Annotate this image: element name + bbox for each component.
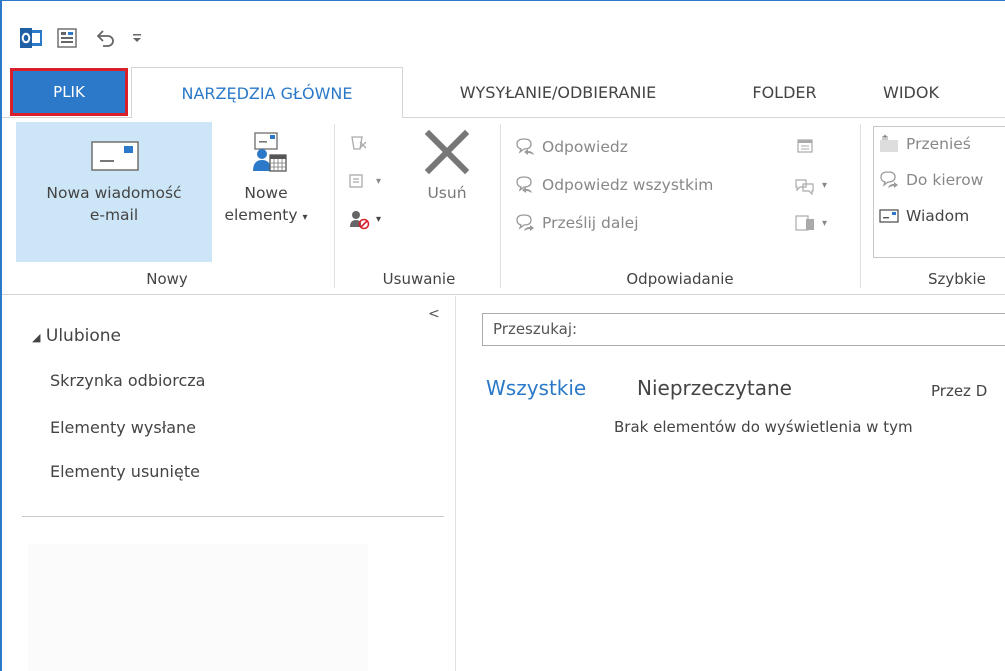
tab-file[interactable]: PLIK	[10, 68, 128, 116]
group-separator	[500, 124, 501, 288]
reply-all-button[interactable]: Odpowiedz wszystkim	[514, 170, 713, 200]
group-separator	[860, 124, 861, 288]
junk-icon	[348, 208, 370, 230]
group-label-respond: Odpowiadanie	[626, 270, 734, 288]
sort-by-button[interactable]: Przez D	[931, 382, 987, 400]
filter-all[interactable]: Wszystkie	[486, 376, 586, 400]
outlook-icon[interactable]	[18, 25, 44, 51]
tab-send-receive[interactable]: WYSYŁANIE/ODBIERANIE	[422, 67, 694, 117]
tab-home[interactable]: NARZĘDZIA GŁÓWNE	[131, 67, 403, 118]
nav-item-inbox[interactable]: Skrzynka odbiorcza	[50, 371, 205, 390]
nav-item-sent-label: Elementy wysłane	[50, 418, 197, 437]
delete-icon	[415, 122, 479, 182]
more-respond-button[interactable]: ▾	[794, 208, 827, 238]
reply-all-icon	[514, 174, 536, 196]
quick-steps-gallery: Przenieś Do kierow Wiadom	[873, 126, 1005, 258]
undo-icon[interactable]	[92, 25, 118, 51]
new-items-label-1: Nowe	[244, 184, 288, 202]
group-separator	[334, 124, 335, 288]
customize-qat-icon[interactable]	[127, 25, 147, 51]
new-email-icon	[82, 122, 146, 182]
tab-file-label: PLIK	[53, 83, 85, 101]
quick-step-team-email-label: Wiadom	[906, 207, 970, 225]
reply-label: Odpowiedz	[542, 138, 628, 156]
new-email-button[interactable]: Nowa wiadomość e-mail	[16, 122, 212, 262]
favorites-label: Ulubione	[45, 326, 121, 346]
group-label-delete: Usuwanie	[382, 270, 456, 288]
nav-item-sent[interactable]: Elementy wysłane	[50, 418, 196, 437]
nav-item-deleted-label: Elementy usunięte	[50, 462, 200, 481]
clean-up-icon	[348, 170, 370, 192]
quick-step-manager-label: Do kierow	[906, 171, 984, 189]
collapse-nav-icon[interactable]: <	[428, 306, 440, 322]
empty-list-message: Brak elementów do wyświetlenia w tym	[614, 418, 913, 436]
meeting-button[interactable]	[794, 132, 822, 162]
filter-unread-label: Nieprzeczytane	[637, 376, 792, 400]
sort-by-label: Przez D	[931, 382, 988, 400]
team-email-icon	[878, 205, 900, 227]
to-manager-icon	[878, 169, 900, 191]
filter-unread[interactable]: Nieprzeczytane	[637, 376, 792, 400]
send-receive-icon[interactable]	[54, 25, 80, 51]
chevron-down-icon: ▾	[822, 217, 828, 229]
group-label-new: Nowy	[146, 270, 188, 288]
delete-button[interactable]: Usuń	[408, 122, 486, 204]
tab-home-label: NARZĘDZIA GŁÓWNE	[181, 83, 353, 103]
clean-up-button[interactable]: ▾	[348, 166, 381, 196]
junk-button[interactable]: ▾	[348, 204, 381, 234]
search-input[interactable]: Przeszukaj:	[482, 313, 1005, 346]
tab-send-receive-label: WYSYŁANIE/ODBIERANIE	[459, 82, 657, 102]
ribbon-tabs: PLIK NARZĘDZIA GŁÓWNE WYSYŁANIE/ODBIERAN…	[2, 67, 1005, 118]
new-items-button[interactable]: Nowe elementy ▾	[216, 122, 316, 229]
filter-all-label: Wszystkie	[486, 376, 587, 400]
im-icon	[794, 174, 816, 196]
meeting-icon	[794, 136, 816, 158]
quick-access-toolbar	[2, 1, 1005, 67]
pane-separator[interactable]	[455, 296, 456, 671]
tab-view[interactable]: WIDOK	[871, 67, 951, 117]
tab-folder[interactable]: FOLDER	[737, 67, 832, 117]
nav-item-inbox-label: Skrzynka odbiorcza	[50, 371, 206, 390]
nav-folder-area	[28, 544, 368, 671]
quick-step-manager[interactable]: Do kierow	[878, 165, 983, 195]
forward-label: Prześlij dalej	[542, 214, 639, 232]
chevron-down-icon: ▾	[376, 175, 382, 187]
move-to-icon	[878, 133, 900, 155]
chevron-down-icon: ▾	[822, 179, 828, 191]
quick-step-move-label: Przenieś	[906, 135, 971, 153]
reply-all-label: Odpowiedz wszystkim	[542, 176, 714, 194]
empty-list-text: Brak elementów do wyświetlenia w tym	[614, 418, 913, 436]
chevron-down-icon: ▾	[376, 213, 382, 225]
new-items-label-2-text: elementy	[224, 206, 298, 224]
quick-step-team-email[interactable]: Wiadom	[878, 201, 969, 231]
ignore-button[interactable]	[348, 128, 376, 158]
forward-button[interactable]: Prześlij dalej	[514, 208, 639, 238]
im-button[interactable]: ▾	[794, 170, 827, 200]
new-email-label-2: e-mail	[89, 206, 139, 224]
ignore-icon	[348, 132, 370, 154]
quick-step-move[interactable]: Przenieś	[878, 129, 971, 159]
nav-divider	[22, 516, 444, 517]
navigation-pane: < ◢ Ulubione Skrzynka odbiorcza Elementy…	[2, 296, 467, 671]
nav-item-deleted[interactable]: Elementy usunięte	[50, 462, 200, 481]
collapse-triangle-icon: ◢	[32, 331, 41, 344]
forward-icon	[514, 212, 536, 234]
search-placeholder: Przeszukaj:	[493, 320, 578, 338]
reply-button[interactable]: Odpowiedz	[514, 132, 628, 162]
delete-label: Usuń	[427, 184, 467, 202]
chevron-down-icon: ▾	[302, 212, 308, 223]
tab-folder-label: FOLDER	[752, 82, 817, 102]
ribbon: Nowa wiadomość e-mail Nowe elementy ▾ No…	[2, 117, 1005, 295]
reply-icon	[514, 136, 536, 158]
new-items-label-2: elementy ▾	[224, 204, 307, 229]
group-label-quick-steps: Szybkie	[928, 270, 986, 288]
new-email-label-1: Nowa wiadomość	[46, 184, 182, 202]
tab-view-label: WIDOK	[883, 82, 939, 102]
more-respond-icon	[794, 212, 816, 234]
new-items-icon	[234, 122, 298, 182]
favorites-header[interactable]: ◢ Ulubione	[32, 326, 121, 346]
